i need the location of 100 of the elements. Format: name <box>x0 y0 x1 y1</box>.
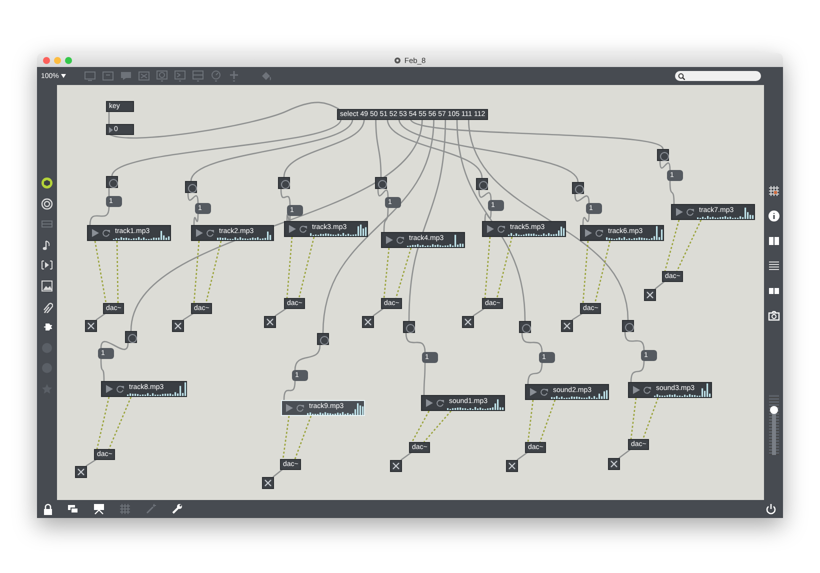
cross-button[interactable] <box>506 460 518 472</box>
volume-slider[interactable] <box>768 395 778 455</box>
close-button[interactable] <box>43 56 50 64</box>
signal-cord <box>383 248 390 298</box>
cross-icon <box>610 460 618 468</box>
lock-icon[interactable] <box>43 503 53 515</box>
loop-icon[interactable] <box>497 225 505 233</box>
play-icon[interactable] <box>584 229 592 237</box>
cross-icon <box>77 468 85 476</box>
document-icon <box>394 56 402 64</box>
cross-button[interactable] <box>362 316 374 328</box>
play-icon[interactable] <box>486 225 494 233</box>
patch-cord <box>624 332 645 350</box>
cross-button[interactable] <box>172 320 184 332</box>
caret-icon <box>60 74 66 78</box>
play-icon[interactable] <box>288 225 296 233</box>
bang-button[interactable] <box>657 149 669 161</box>
cross-icon <box>264 479 272 487</box>
power-icon[interactable] <box>765 503 777 515</box>
bang-button[interactable] <box>375 177 387 189</box>
cross-button[interactable] <box>608 458 620 470</box>
plug-icon[interactable] <box>41 321 53 334</box>
signal-cord <box>205 240 222 304</box>
wrench-icon[interactable] <box>171 503 183 515</box>
bang-button[interactable] <box>572 182 584 194</box>
book-icon[interactable] <box>768 285 780 297</box>
cross-button[interactable] <box>262 477 274 489</box>
loop-icon[interactable] <box>396 236 404 244</box>
cross-button[interactable] <box>264 316 276 328</box>
list-icon[interactable] <box>768 260 780 272</box>
play-icon[interactable] <box>425 399 433 407</box>
loop-icon[interactable] <box>116 385 124 393</box>
cross-icon <box>364 318 372 326</box>
signal-cord <box>539 400 556 442</box>
cross-icon <box>646 291 654 299</box>
windows-icon[interactable] <box>67 503 79 515</box>
camera-icon[interactable] <box>768 310 780 322</box>
play-icon[interactable] <box>385 236 393 244</box>
media-bracket-icon[interactable] <box>41 259 53 272</box>
play-icon[interactable] <box>105 385 113 393</box>
loop-icon[interactable] <box>540 388 548 396</box>
cross-button[interactable] <box>644 289 656 301</box>
loop-icon[interactable] <box>436 399 444 407</box>
search-field[interactable] <box>675 71 761 81</box>
presentation-icon[interactable] <box>93 503 105 515</box>
loop-icon[interactable] <box>206 229 214 237</box>
patch-cord <box>272 468 284 478</box>
loop-icon[interactable] <box>686 208 694 216</box>
info-icon[interactable] <box>768 210 780 222</box>
bang-button[interactable] <box>106 176 118 188</box>
loop-icon[interactable] <box>299 225 307 233</box>
cross-button[interactable] <box>561 320 573 332</box>
patch-cord <box>669 180 675 204</box>
bang-button[interactable] <box>278 177 290 189</box>
loop-icon[interactable] <box>595 229 603 237</box>
bang-button[interactable] <box>185 181 197 193</box>
cross-button[interactable] <box>462 316 474 328</box>
play-icon[interactable] <box>91 229 99 237</box>
patch-cord <box>659 160 671 170</box>
cross-icon <box>464 318 472 326</box>
patch-cord <box>521 332 543 352</box>
signal-cord <box>594 240 611 304</box>
signal-cord <box>527 400 534 442</box>
columns-icon[interactable] <box>768 235 780 247</box>
bang-button[interactable] <box>622 320 634 332</box>
patch-cord <box>423 363 426 395</box>
bang-button[interactable] <box>476 178 488 190</box>
slider-thumb[interactable] <box>770 406 778 414</box>
signal-cord <box>94 240 107 304</box>
signal-cord <box>395 248 412 298</box>
waveform-drawing <box>127 382 189 396</box>
triangle-icon <box>109 126 113 132</box>
bang-button[interactable] <box>125 331 137 343</box>
loop-icon[interactable] <box>643 386 651 394</box>
bang-button[interactable] <box>403 321 415 333</box>
patch-cord <box>100 359 105 381</box>
paperclip-icon[interactable] <box>41 300 53 313</box>
target-icon[interactable] <box>41 198 53 210</box>
cross-icon <box>508 462 516 470</box>
patch-cord <box>630 360 645 382</box>
cross-button[interactable] <box>85 320 97 332</box>
loop-icon[interactable] <box>102 229 110 237</box>
slider-icon[interactable] <box>192 70 204 82</box>
patch-cord <box>527 362 543 384</box>
bang-button[interactable] <box>317 333 329 345</box>
play-icon[interactable] <box>285 404 293 412</box>
toggle-icon[interactable] <box>174 70 186 82</box>
cross-button[interactable] <box>390 460 402 472</box>
signal-cord <box>630 398 637 440</box>
cross-button[interactable] <box>75 466 87 478</box>
play-icon[interactable] <box>675 208 683 216</box>
bang-button[interactable] <box>519 321 531 333</box>
play-icon[interactable] <box>632 386 640 394</box>
patch-cord <box>400 451 412 461</box>
cube-icon[interactable] <box>41 177 53 189</box>
image-icon[interactable] <box>41 280 53 292</box>
play-icon[interactable] <box>195 229 203 237</box>
play-icon[interactable] <box>529 388 537 396</box>
loop-icon[interactable] <box>296 404 304 412</box>
patch-cord <box>86 458 98 467</box>
